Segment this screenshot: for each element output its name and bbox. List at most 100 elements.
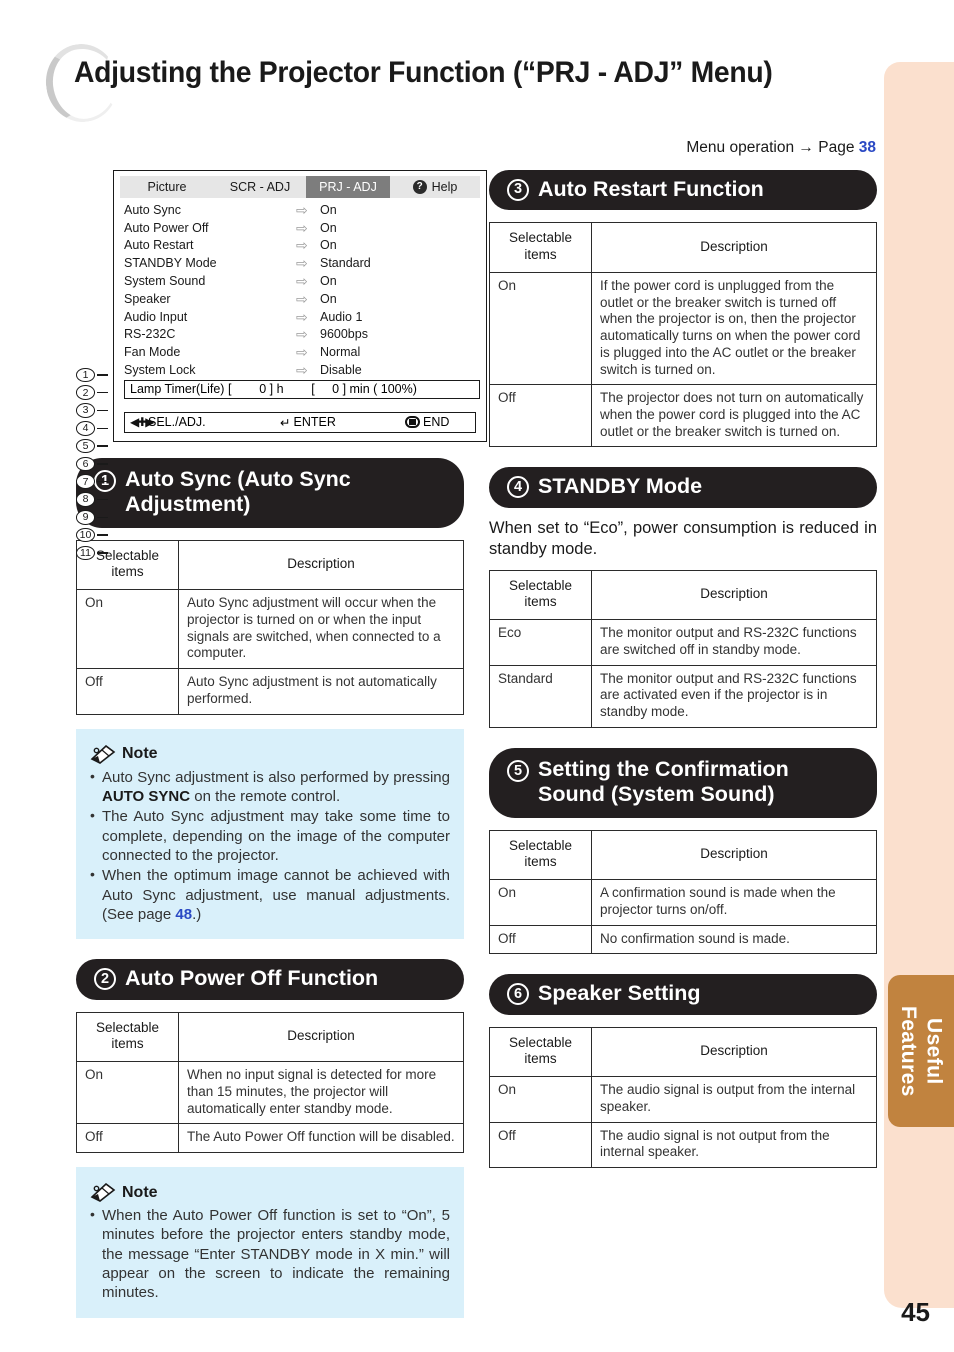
osd-callout-3: 3 [76,402,116,420]
arrow-right-icon: ⇨ [296,290,308,307]
cell-item: Off [489,1121,592,1169]
table-standby-mode: Selectable items Description Eco The mon… [489,569,877,728]
section-header-auto-restart: 3 Auto Restart Function [489,170,877,211]
osd-nav-sel-adj[interactable]: ◀✚▶ SEL./ADJ. [130,415,280,429]
section-header-auto-sync: 1 Auto Sync (Auto Sync Adjustment) [76,457,464,528]
callout-number: 2 [76,385,95,400]
cell-item: Eco [489,619,592,666]
side-tab-label: Useful Features [895,1006,946,1097]
note-list-auto-power-off: When the Auto Power Off function is set … [90,1205,450,1303]
page-label: Page [818,139,855,156]
column-header-description: Description [178,1011,464,1063]
page-header: Adjusting the Projector Function (“PRJ -… [40,39,886,127]
osd-menu-screenshot: Picture SCR - ADJ PRJ - ADJ ? Help Auto … [113,170,487,442]
osd-row-system-sound[interactable]: System Sound ⇨ On [124,272,480,290]
page-reference-number[interactable]: 38 [859,139,876,156]
arrow-right-icon: ⇨ [296,273,308,290]
osd-callout-9: 9 [76,508,116,526]
osd-row-label: Speaker [124,291,171,306]
osd-row-system-lock[interactable]: System Lock ⇨ Disable [124,361,480,379]
side-tab-useful-features: Useful Features [888,975,954,1127]
section-title-auto-power-off: Auto Power Off Function [125,966,379,991]
osd-row-value: On [320,202,337,217]
osd-setting-rows: Auto Sync ⇨ On Auto Power Off ⇨ On Auto Restar… [120,201,480,379]
side-tab-line-1: Features [897,1005,920,1097]
osd-figure: 1 2 3 4 5 6 7 8 9 10 11 Picture SCR - ADJ PRJ - AD… [76,170,487,561]
section-number-4: 4 [507,476,529,499]
osd-row-fan-mode[interactable]: Fan Mode ⇨ Normal [124,343,480,361]
pencil-icon [90,744,116,764]
callout-number: 11 [76,545,95,561]
cell-item: Off [76,668,179,715]
table-row: Standard The monitor output and RS-232C … [489,664,877,728]
osd-nav-end[interactable]: END [405,415,449,429]
note-list-auto-sync: Auto Sync adjustment is also performed b… [90,767,450,925]
menu-operation-label: Menu operation [686,139,795,156]
table-row: On The audio signal is output from the i… [489,1076,877,1123]
dpad-icon: ◀✚▶ [130,415,155,430]
osd-row-rs-232c[interactable]: RS-232C ⇨ 9600bps [124,326,480,344]
osd-row-auto-sync[interactable]: Auto Sync ⇨ On [124,201,480,219]
column-header-selectable-items: Selectable items [76,1011,179,1063]
right-column: 3 Auto Restart Function Selectable items… [489,170,877,1169]
column-header-description: Description [591,829,877,881]
callout-dash [97,463,108,465]
osd-row-standby-mode[interactable]: STANDBY Mode ⇨ Standard [124,254,480,272]
osd-tab-picture[interactable]: Picture [120,176,214,198]
osd-row-auto-restart[interactable]: Auto Restart ⇨ On [124,237,480,255]
osd-row-label: Auto Restart [124,238,194,253]
note-header: Note [90,744,450,764]
question-mark-icon: ? [412,180,427,194]
page-reference-number[interactable]: 48 [175,906,192,923]
note-header: Note [90,1183,450,1203]
section-number-2: 2 [94,967,116,990]
table-auto-restart: Selectable items Description On If the p… [489,222,877,448]
osd-row-audio-input[interactable]: Audio Input ⇨ Audio 1 [124,308,480,326]
arrow-right-icon: ⇨ [296,237,308,254]
callout-number: 1 [76,367,95,383]
cell-description: No confirmation sound is made. [591,924,877,955]
osd-nav-sel-adj-label: SEL./ADJ. [148,415,206,430]
enter-key-icon: ↵ [280,415,291,430]
table-row: Off The projector does not turn on autom… [489,384,877,448]
callout-number: 9 [76,510,95,525]
arrow-right-icon: ⇨ [296,326,308,343]
cell-item: Off [489,924,592,955]
arrow-right-icon: ⇨ [296,255,308,272]
callout-dash [97,534,108,536]
cell-item: On [489,1076,592,1123]
section-title-standby-mode: STANDBY Mode [538,474,703,499]
column-header-selectable-items: Selectable items [489,829,592,881]
note-scallop-edge [76,728,464,740]
callout-number: 6 [76,456,95,472]
osd-row-value: On [320,291,337,306]
table-row: On If the power cord is unplugged from t… [489,271,877,386]
osd-callout-2: 2 [76,384,116,402]
table-row: Off The Auto Power Off function will be … [76,1123,464,1154]
note-item: When the optimum image cannot be achieve… [90,865,450,924]
section-header-speaker-setting: 6 Speaker Setting [489,974,877,1015]
column-header-description: Description [591,569,877,621]
section-header-standby-mode: 4 STANDBY Mode [489,467,877,508]
osd-tab-help[interactable]: ? Help [390,176,480,198]
column-header-description: Description [591,1026,877,1078]
osd-row-label: System Sound [124,274,206,289]
section-title-speaker-setting: Speaker Setting [538,981,701,1006]
osd-row-value: Audio 1 [320,309,363,324]
osd-row-label: System Lock [124,363,196,378]
osd-tab-prj-adj[interactable]: PRJ - ADJ [306,176,390,198]
pencil-icon [90,1183,116,1203]
cell-item: Off [76,1123,179,1154]
page-title: Adjusting the Projector Function (“PRJ -… [74,56,773,89]
osd-row-value: On [320,274,337,289]
note-emphasis: AUTO SYNC [102,787,191,805]
osd-row-auto-power-off[interactable]: Auto Power Off ⇨ On [124,219,480,237]
osd-tab-scr-adj[interactable]: SCR - ADJ [214,176,306,198]
osd-row-speaker[interactable]: Speaker ⇨ On [124,290,480,308]
osd-lamp-timer-row: Lamp Timer(Life) [ 0 ] h [ 0 ] min ( 100… [124,379,480,399]
osd-callout-11: 11 [76,544,116,562]
osd-nav-enter[interactable]: ↵ ENTER [280,415,405,430]
callout-dash [97,552,108,554]
callout-dash [97,480,108,483]
column-header-description: Description [591,222,877,273]
